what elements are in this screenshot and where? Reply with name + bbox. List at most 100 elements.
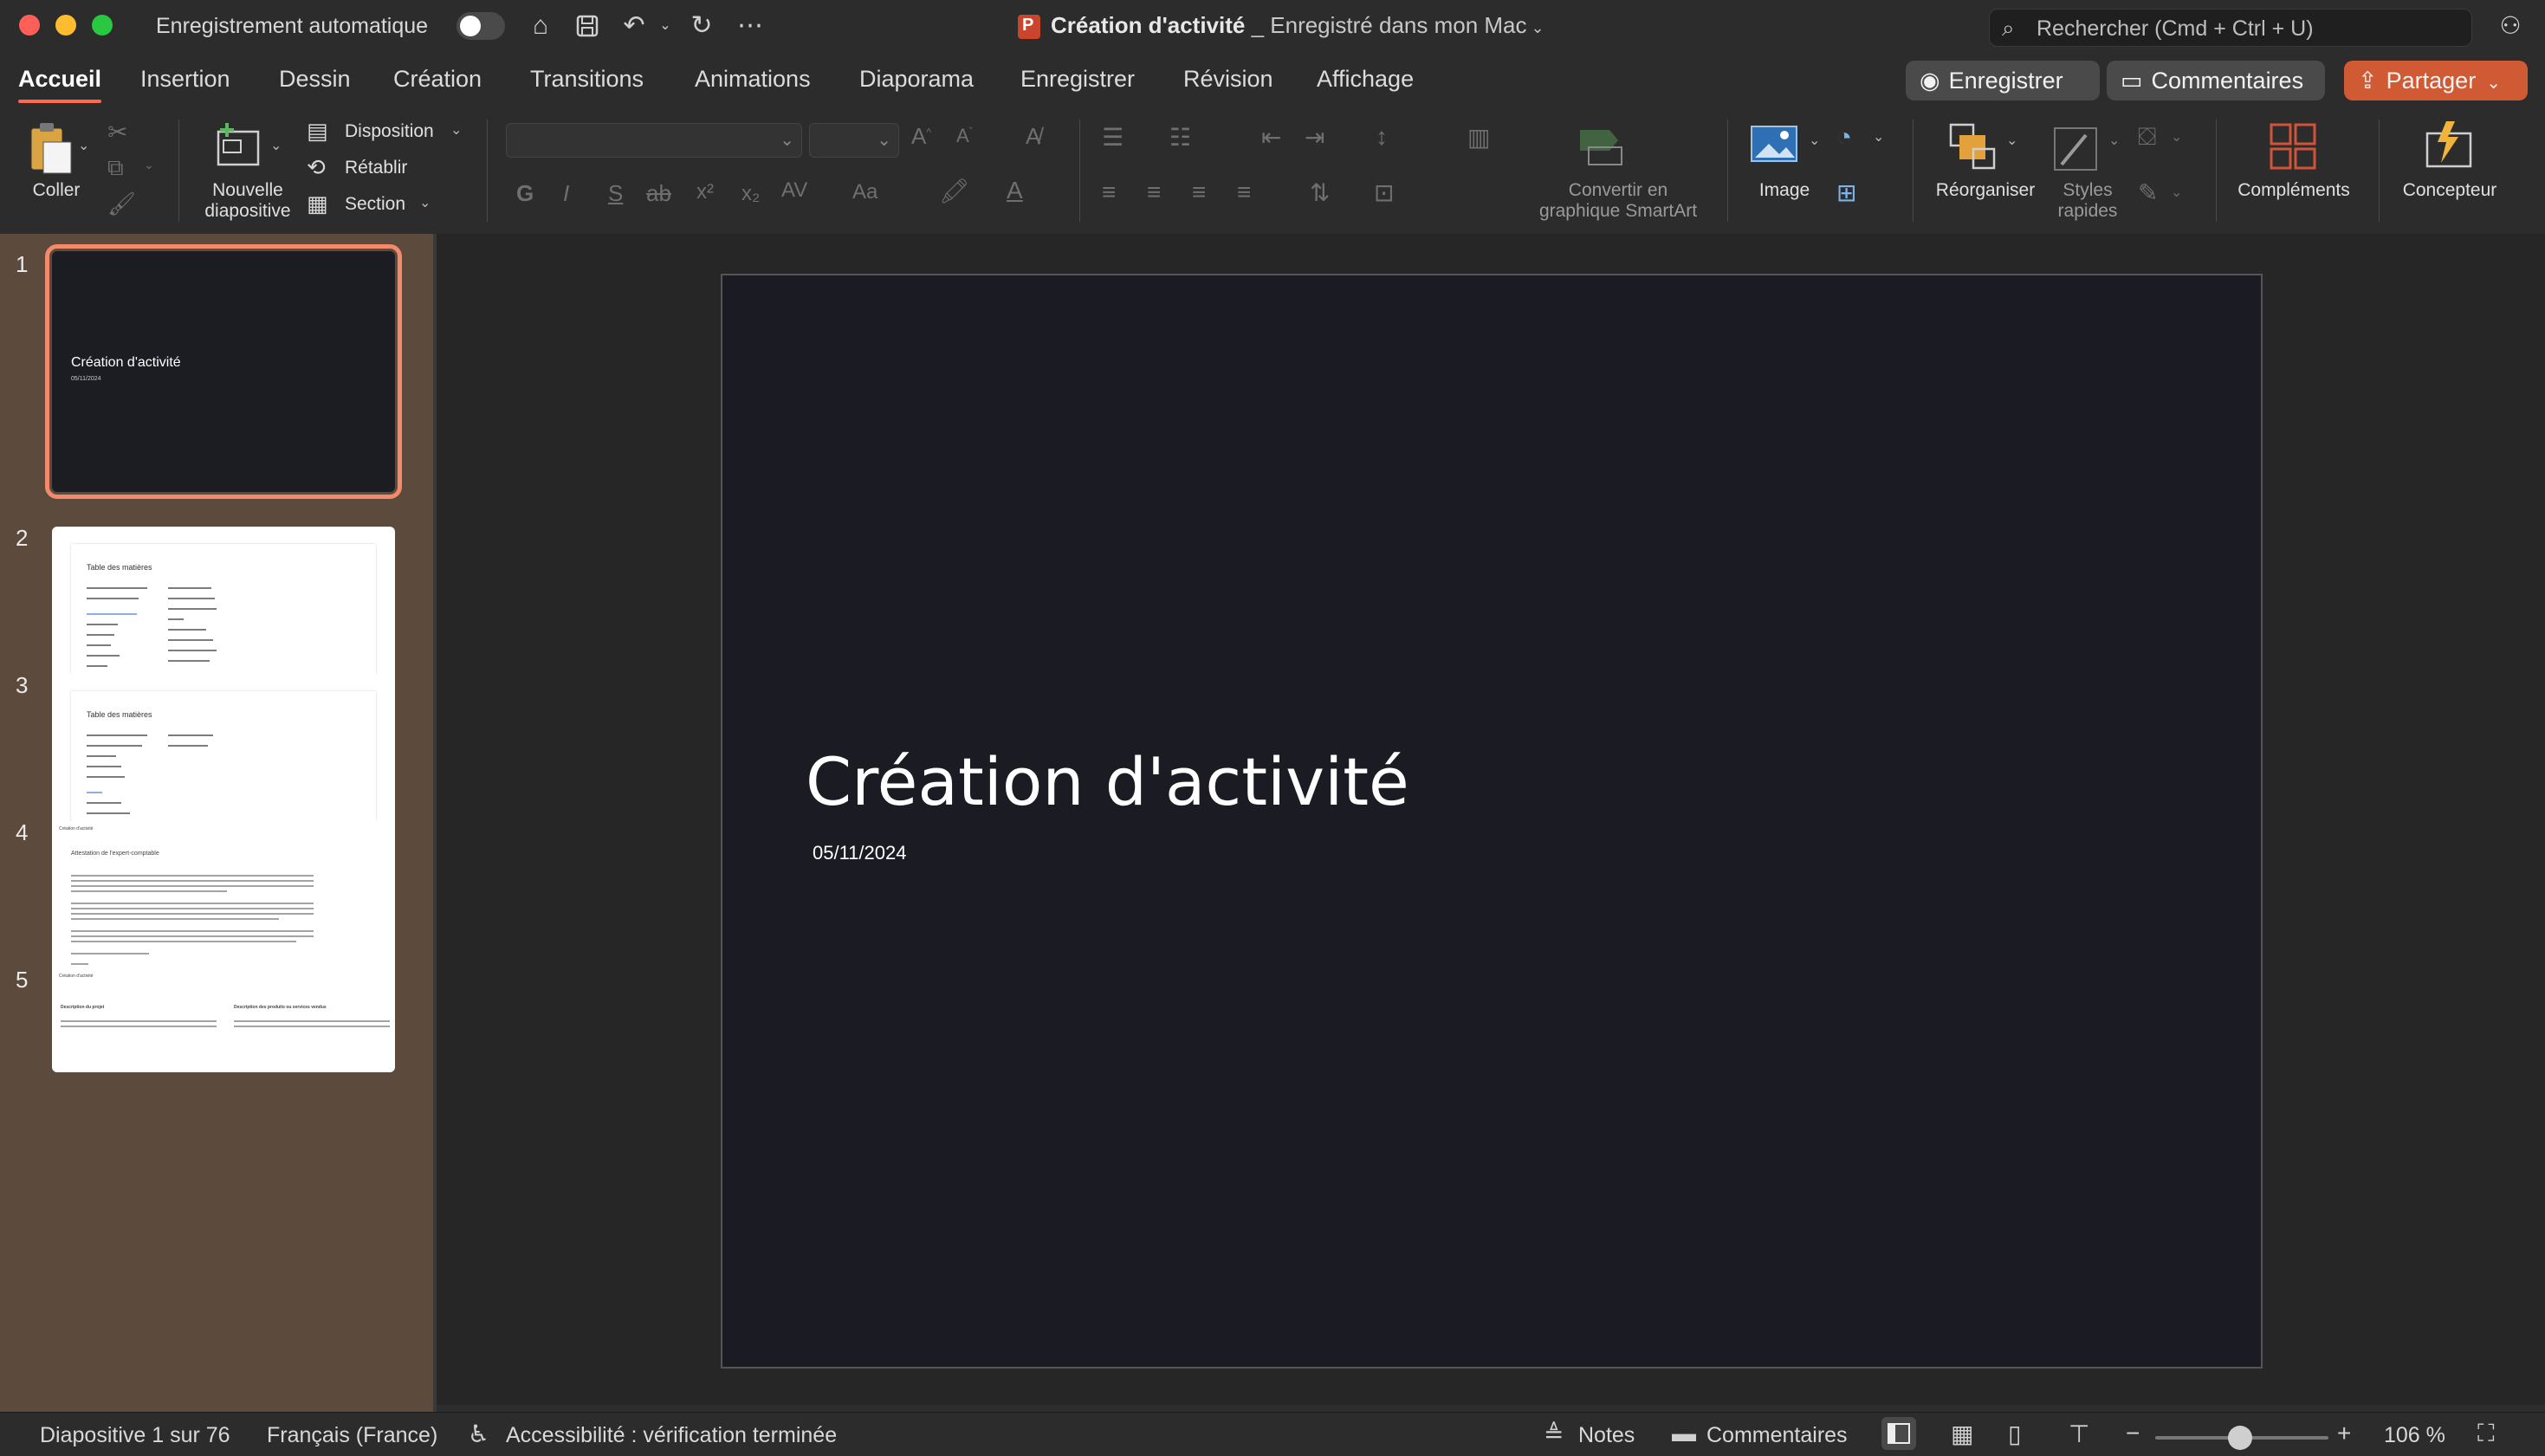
align-left-icon[interactable]: ≡ bbox=[1102, 178, 1116, 206]
comments-status-icon[interactable]: ▬ bbox=[1672, 1420, 1696, 1447]
copy-chevron-down-icon[interactable]: ⌄ bbox=[144, 158, 154, 172]
increase-font-size-icon[interactable]: A^ bbox=[911, 123, 931, 150]
text-box-icon[interactable]: ⊞ bbox=[1836, 178, 1856, 207]
character-spacing-button[interactable]: AV bbox=[781, 178, 807, 203]
notes-button[interactable]: Notes bbox=[1578, 1423, 1635, 1448]
slide-thumbnail-5[interactable]: Création d'activité Description du proje… bbox=[52, 968, 395, 1072]
slideshow-view-icon[interactable]: ⊤ bbox=[2069, 1420, 2089, 1448]
text-direction-icon[interactable]: ⇅ bbox=[1310, 178, 1330, 207]
subscript-button[interactable]: x₂ bbox=[741, 182, 760, 206]
tab-diaporama[interactable]: Diaporama bbox=[859, 66, 974, 93]
section-icon[interactable]: ▦ bbox=[307, 191, 328, 217]
change-case-button[interactable]: Aa bbox=[852, 180, 877, 204]
strikethrough-button[interactable]: ab bbox=[646, 180, 671, 207]
new-slide-chevron-down-icon[interactable]: ⌄ bbox=[270, 137, 282, 154]
undo-icon[interactable]: ↶ bbox=[617, 9, 651, 43]
arrange-icon[interactable] bbox=[1947, 121, 1999, 171]
numbering-icon[interactable]: ☷ bbox=[1169, 123, 1191, 152]
tab-enregistrer[interactable]: Enregistrer bbox=[1020, 66, 1135, 93]
tab-accueil[interactable]: Accueil bbox=[18, 66, 102, 103]
more-options-icon[interactable]: ⋯ bbox=[733, 9, 767, 43]
font-color-icon[interactable]: A bbox=[1007, 177, 1023, 204]
slide-thumbnail-1[interactable]: Création d'activité 05/11/2024 bbox=[45, 244, 402, 499]
search-input[interactable] bbox=[2035, 13, 2463, 44]
fit-to-window-icon[interactable]: ⛶ bbox=[2477, 1420, 2495, 1448]
shapes-chevron-down-icon[interactable]: ⌄ bbox=[1873, 128, 1884, 146]
record-button[interactable]: ◉ Enregistrer bbox=[1906, 61, 2100, 100]
home-icon[interactable]: ⌂ bbox=[523, 9, 558, 43]
bold-button[interactable]: G bbox=[516, 180, 534, 207]
italic-button[interactable]: I bbox=[563, 180, 569, 207]
redo-icon[interactable]: ↻ bbox=[684, 9, 719, 43]
share-chevron-down-icon[interactable]: ⌄ bbox=[2486, 74, 2501, 93]
zoom-out-icon[interactable]: − bbox=[2126, 1420, 2140, 1447]
paste-chevron-down-icon[interactable]: ⌄ bbox=[78, 137, 89, 154]
close-window-button[interactable] bbox=[19, 15, 40, 36]
slide-title[interactable]: Création d'activité bbox=[806, 743, 1409, 820]
undo-dropdown-chevron-icon[interactable]: ⌄ bbox=[648, 9, 683, 43]
tab-animations[interactable]: Animations bbox=[695, 66, 811, 93]
slide-thumbnail-pane[interactable]: 1 Création d'activité 05/11/2024 2 Table… bbox=[0, 234, 433, 1412]
bullets-icon[interactable]: ☰ bbox=[1102, 123, 1124, 152]
zoom-in-icon[interactable]: + bbox=[2337, 1420, 2351, 1447]
quick-styles-chevron-down-icon[interactable]: ⌄ bbox=[2108, 132, 2120, 149]
justify-icon[interactable]: ≡ bbox=[1237, 178, 1251, 206]
comments-button[interactable]: ▭ Commentaires bbox=[2107, 61, 2325, 100]
zoom-level[interactable]: 106 % bbox=[2384, 1423, 2445, 1448]
slide-date[interactable]: 05/11/2024 bbox=[813, 842, 906, 864]
section-button[interactable]: Section bbox=[345, 194, 405, 215]
underline-button[interactable]: S bbox=[608, 180, 623, 207]
align-right-icon[interactable]: ≡ bbox=[1192, 178, 1206, 206]
format-painter-icon[interactable]: 🖌 bbox=[107, 191, 136, 217]
tab-transitions[interactable]: Transitions bbox=[530, 66, 644, 93]
font-family-select[interactable]: ⌄ bbox=[506, 123, 802, 158]
new-slide-icon[interactable] bbox=[211, 120, 263, 171]
font-size-select[interactable]: ⌄ bbox=[809, 123, 899, 158]
tab-insertion[interactable]: Insertion bbox=[140, 66, 230, 93]
zoom-slider-knob[interactable] bbox=[2228, 1426, 2252, 1450]
align-text-icon[interactable]: ⊡ bbox=[1374, 178, 1394, 207]
image-chevron-down-icon[interactable]: ⌄ bbox=[1809, 132, 1820, 149]
arrange-chevron-down-icon[interactable]: ⌄ bbox=[2006, 132, 2017, 149]
columns-icon[interactable]: ▥ bbox=[1467, 123, 1490, 152]
save-icon[interactable] bbox=[570, 9, 605, 43]
language-indicator[interactable]: Français (France) bbox=[267, 1423, 437, 1448]
zoom-window-button[interactable] bbox=[92, 15, 113, 36]
line-spacing-icon[interactable]: ↕ bbox=[1376, 123, 1388, 151]
normal-view-button[interactable] bbox=[1881, 1417, 1916, 1450]
section-chevron-down-icon[interactable]: ⌄ bbox=[419, 194, 431, 211]
autosave-toggle[interactable] bbox=[457, 12, 505, 40]
shape-fill-icon[interactable]: ⛋ bbox=[2138, 123, 2156, 152]
clear-formatting-icon[interactable]: A̸ bbox=[1026, 123, 1040, 150]
layout-button[interactable]: Disposition bbox=[345, 121, 434, 142]
shape-outline-icon[interactable]: ✎ bbox=[2138, 178, 2158, 207]
quick-styles-icon[interactable] bbox=[2051, 123, 2100, 175]
designer-icon[interactable] bbox=[2420, 118, 2476, 173]
document-title[interactable]: Création d'activité _ Enregistré dans mo… bbox=[1018, 12, 1544, 40]
slide-sorter-view-icon[interactable]: ▦ bbox=[1951, 1420, 1973, 1448]
shape-fill-chevron-down-icon[interactable]: ⌄ bbox=[2171, 128, 2182, 146]
accessibility-icon[interactable]: ♿ bbox=[468, 1420, 489, 1448]
search-box[interactable]: ⌕ bbox=[1989, 9, 2472, 47]
accessibility-status[interactable]: Accessibilité : vérification terminée bbox=[506, 1423, 837, 1448]
decrease-indent-icon[interactable]: ⇤ bbox=[1261, 123, 1281, 152]
shapes-icon[interactable]: ◔ bbox=[1836, 123, 1852, 152]
smartart-icon[interactable] bbox=[1577, 121, 1637, 170]
shape-outline-chevron-down-icon[interactable]: ⌄ bbox=[2171, 184, 2182, 201]
copy-icon[interactable]: ⧉ bbox=[107, 154, 124, 182]
superscript-button[interactable]: x² bbox=[696, 180, 714, 204]
decrease-font-size-icon[interactable]: Aˇ bbox=[956, 125, 973, 147]
notes-icon[interactable]: ≜ bbox=[1544, 1420, 1564, 1448]
image-icon[interactable] bbox=[1750, 123, 1798, 166]
share-button[interactable]: ⇪ Partager ⌄ bbox=[2344, 61, 2528, 100]
align-center-icon[interactable]: ≡ bbox=[1147, 178, 1161, 206]
reset-icon[interactable]: ⟲ bbox=[307, 154, 326, 181]
highlight-color-icon[interactable]: 🖍 bbox=[939, 177, 970, 205]
add-ins-icon[interactable] bbox=[2268, 121, 2320, 173]
cut-icon[interactable]: ✂ bbox=[107, 118, 127, 146]
reading-view-icon[interactable]: ▯ bbox=[2008, 1420, 2021, 1448]
tab-affichage[interactable]: Affichage bbox=[1317, 66, 1414, 93]
tab-dessin[interactable]: Dessin bbox=[279, 66, 351, 93]
current-slide[interactable] bbox=[721, 274, 2263, 1369]
reset-button[interactable]: Rétablir bbox=[345, 158, 407, 178]
